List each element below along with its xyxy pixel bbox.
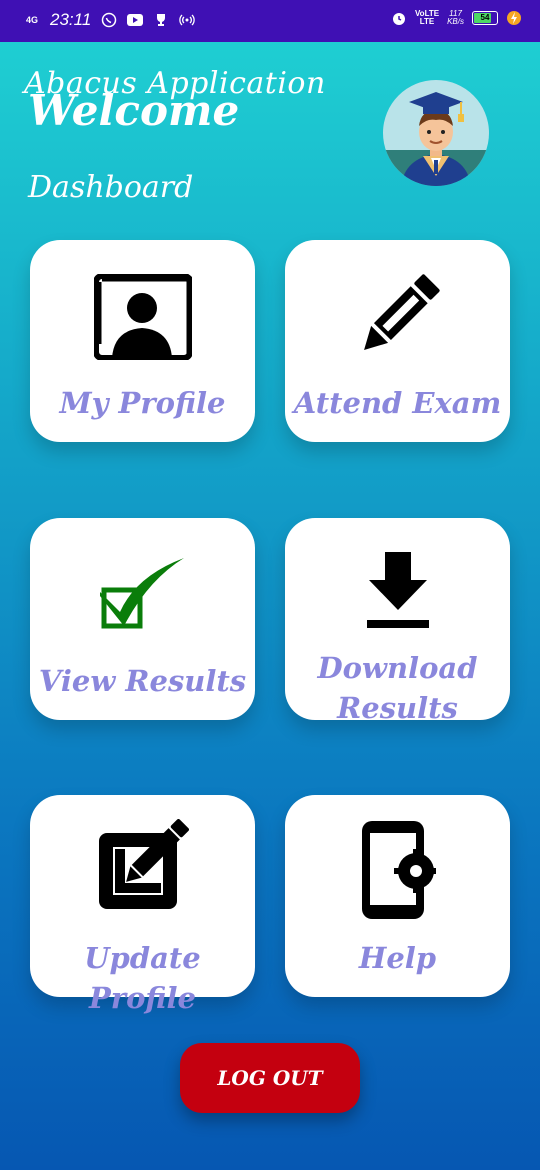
profile-card-icon [92, 273, 193, 364]
dashboard-screen: 4G 23:11 VoLTE LTE 117 KB/s 54 Abacus Ap… [0, 0, 540, 1170]
trophy-icon [153, 12, 169, 28]
battery-indicator: 54 [472, 11, 498, 25]
checkmark-box-icon [98, 556, 188, 634]
charging-icon [506, 10, 522, 26]
my-profile-tile[interactable]: My Profile [30, 240, 255, 442]
alarm-icon [391, 10, 407, 26]
view-results-label: View Results [38, 664, 247, 698]
status-bar: 4G 23:11 VoLTE LTE 117 KB/s 54 [0, 0, 540, 42]
whatsapp-icon [101, 12, 117, 28]
clock: 23:11 [50, 10, 92, 29]
download-icon [366, 552, 429, 632]
download-results-label-line2: Results [337, 691, 458, 720]
network-type: 4G [25, 14, 38, 25]
update-profile-tile[interactable]: Update Profile [30, 795, 255, 1015]
phone-settings-icon [360, 821, 436, 923]
download-results-label-line1: Download [317, 651, 478, 685]
view-results-tile[interactable]: View Results [30, 518, 255, 720]
hotspot-icon [179, 12, 196, 28]
attend-exam-label: Attend Exam [293, 386, 502, 420]
logout-button[interactable]: LOG OUT [180, 1043, 360, 1113]
update-profile-label: Update Profile [84, 941, 201, 1015]
welcome-heading: Welcome [28, 86, 240, 135]
dashboard-subtitle: Dashboard [28, 170, 194, 205]
download-results-tile[interactable]: Download Results [285, 518, 510, 720]
help-tile[interactable]: Help [285, 795, 510, 997]
pencil-icon [356, 274, 440, 362]
help-label: Help [358, 941, 437, 975]
network-speed: 117 KB/s [447, 9, 464, 26]
my-profile-label: My Profile [59, 386, 226, 420]
youtube-icon [127, 12, 144, 28]
attend-exam-tile[interactable]: Attend Exam [285, 240, 510, 442]
graduate-avatar [383, 80, 489, 186]
edit-icon [97, 819, 189, 915]
volte-indicator: VoLTE LTE [414, 9, 440, 26]
